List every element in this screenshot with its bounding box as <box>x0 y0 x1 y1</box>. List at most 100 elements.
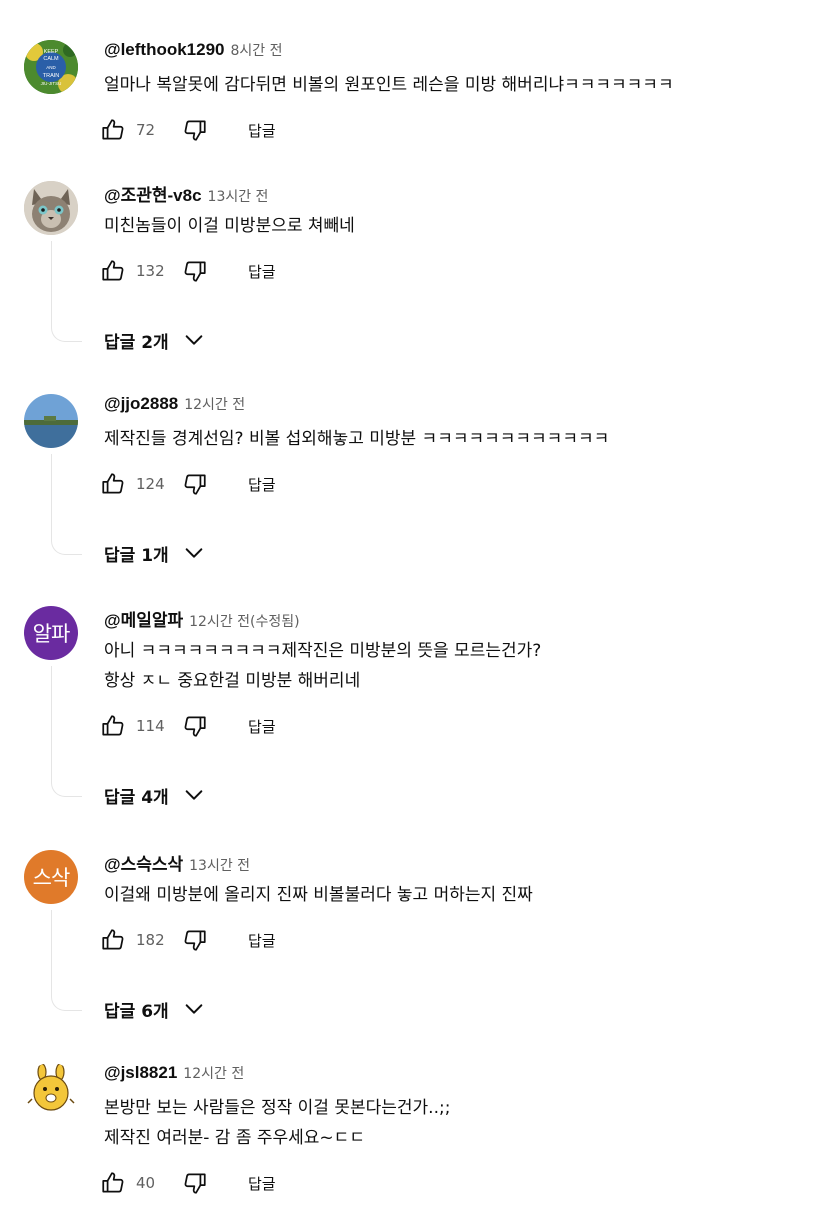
dislike-button[interactable] <box>182 713 208 739</box>
avatar[interactable]: KEEP CALM AND TRAIN JIU-JITSU <box>24 40 78 94</box>
thumbs-up-icon <box>102 715 124 736</box>
comment-actions: 40 답글 <box>100 1169 276 1197</box>
author-name[interactable]: @lefthook1290 <box>104 40 225 60</box>
avatar-initials: 스삭 <box>32 866 71 890</box>
replies-count-label: 답글 4개 <box>104 787 169 808</box>
like-button[interactable] <box>100 1170 126 1196</box>
reply-button[interactable]: 답글 <box>248 261 276 282</box>
comment-text: 제작진들 경계선임? 비볼 섭외해놓고 미방분 ㅋㅋㅋㅋㅋㅋㅋㅋㅋㅋㅋㅋ <box>104 424 609 454</box>
dislike-button[interactable] <box>182 117 208 143</box>
reply-button[interactable]: 답글 <box>248 474 276 495</box>
thumbs-down-icon <box>184 1173 206 1194</box>
timestamp[interactable]: 13시간 전 <box>208 186 269 206</box>
like-button[interactable] <box>100 713 126 739</box>
svg-text:KEEP: KEEP <box>44 49 59 55</box>
thumbs-up-icon <box>102 260 124 281</box>
avatar[interactable]: 스삭 <box>24 850 78 904</box>
comment-actions: 72 답글 <box>100 116 276 144</box>
like-count: 114 <box>136 717 165 735</box>
replies-count-label: 답글 2개 <box>104 332 169 353</box>
comment-header: @메일알파 12시간 전(수정됨) <box>104 606 300 631</box>
avatar[interactable] <box>24 181 78 235</box>
comment-line: 본방만 보는 사람들은 정작 이걸 못본다는건가..;; <box>104 1098 451 1118</box>
like-count: 182 <box>136 931 165 949</box>
reply-button[interactable]: 답글 <box>248 930 276 951</box>
like-button[interactable] <box>100 927 126 953</box>
svg-text:TRAIN: TRAIN <box>43 73 60 79</box>
thumbs-up-icon <box>102 119 124 140</box>
show-replies-button[interactable]: 답글 4개 <box>104 782 205 808</box>
dislike-button[interactable] <box>182 258 208 284</box>
show-replies-button[interactable]: 답글 1개 <box>104 540 205 566</box>
reply-button[interactable]: 답글 <box>248 120 276 141</box>
comment-line: 이걸왜 미방분에 올리지 진짜 비볼불러다 놓고 머하는지 진짜 <box>104 885 533 905</box>
comment-actions: 182 답글 <box>100 926 276 954</box>
like-count: 72 <box>136 121 156 139</box>
comment-header: @jsl8821 12시간 전 <box>104 1063 244 1085</box>
comment-header: @조관현-v8c 13시간 전 <box>104 181 269 206</box>
reply-button[interactable]: 답글 <box>248 1173 276 1194</box>
like-button[interactable] <box>100 471 126 497</box>
like-button[interactable] <box>100 258 126 284</box>
chevron-down-icon <box>185 335 203 345</box>
thumbs-down-icon <box>184 474 206 495</box>
like-count: 132 <box>136 262 165 280</box>
comment-text: 아니 ㅋㅋㅋㅋㅋㅋㅋㅋㅋ제작진은 미방분의 뜻을 모르는건가? 항상 ㅈㄴ 중요… <box>104 636 541 696</box>
chevron-down-icon <box>185 548 203 558</box>
svg-text:JIU-JITSU: JIU-JITSU <box>41 81 62 86</box>
thumbs-down-icon <box>184 930 206 951</box>
show-replies-button[interactable]: 답글 2개 <box>104 327 205 353</box>
thread-line <box>51 910 82 1011</box>
thumbs-down-icon <box>184 261 206 282</box>
avatar-initials: 알파 <box>32 622 71 646</box>
chevron-down-icon <box>185 790 203 800</box>
comment-line: 아니 ㅋㅋㅋㅋㅋㅋㅋㅋㅋ제작진은 미방분의 뜻을 모르는건가? <box>104 641 542 661</box>
comment-actions: 124 답글 <box>100 470 276 498</box>
comment-text: 얼마나 복알못에 감다뒤면 비볼의 원포인트 레슨을 미방 해버리냐ㅋㅋㅋㅋㅋㅋ… <box>104 70 674 100</box>
timestamp[interactable]: 12시간 전(수정됨) <box>189 611 299 631</box>
dislike-button[interactable] <box>182 1170 208 1196</box>
avatar[interactable] <box>24 1063 78 1117</box>
author-name[interactable]: @조관현-v8c <box>104 181 202 206</box>
replies-count-label: 답글 1개 <box>104 545 169 566</box>
comment-header: @jjo2888 12시간 전 <box>104 394 245 416</box>
comment-text: 미친놈들이 이걸 미방분으로 쳐빼네 <box>104 211 355 241</box>
thumbs-up-icon <box>102 929 124 950</box>
thumbs-up-icon <box>102 473 124 494</box>
timestamp[interactable]: 8시간 전 <box>231 40 283 60</box>
timestamp[interactable]: 12시간 전 <box>184 394 245 414</box>
replies-count-label: 답글 6개 <box>104 1001 169 1022</box>
like-count: 124 <box>136 475 165 493</box>
comment-line: 제작진 여러분- 감 좀 주우세요~ㄷㄷ <box>104 1128 365 1148</box>
timestamp[interactable]: 12시간 전 <box>183 1063 244 1083</box>
timestamp[interactable]: 13시간 전 <box>189 855 250 875</box>
author-name[interactable]: @jsl8821 <box>104 1063 177 1083</box>
show-replies-button[interactable]: 답글 6개 <box>104 996 205 1022</box>
comment-line: 항상 ㅈㄴ 중요한걸 미방분 해버리네 <box>104 671 361 691</box>
dislike-button[interactable] <box>182 471 208 497</box>
author-name[interactable]: @메일알파 <box>104 606 183 631</box>
svg-text:CALM: CALM <box>43 56 59 62</box>
chevron-down-icon <box>185 1004 203 1014</box>
comment-actions: 132 답글 <box>100 257 276 285</box>
thumbs-up-icon <box>102 1172 124 1193</box>
comment-line: 미친놈들이 이걸 미방분으로 쳐빼네 <box>104 216 355 236</box>
comment-header: @스슥스삭 13시간 전 <box>104 850 250 875</box>
like-button[interactable] <box>100 117 126 143</box>
comment-header: @lefthook1290 8시간 전 <box>104 40 283 62</box>
thumbs-down-icon <box>184 120 206 141</box>
reply-button[interactable]: 답글 <box>248 716 276 737</box>
avatar[interactable] <box>24 394 78 448</box>
author-name[interactable]: @스슥스삭 <box>104 850 183 875</box>
comment-actions: 114 답글 <box>100 712 276 740</box>
comment-text: 이걸왜 미방분에 올리지 진짜 비볼불러다 놓고 머하는지 진짜 <box>104 880 533 910</box>
thread-line <box>51 241 82 342</box>
author-name[interactable]: @jjo2888 <box>104 394 178 414</box>
comment-text: 본방만 보는 사람들은 정작 이걸 못본다는건가..;; 제작진 여러분- 감 … <box>104 1093 450 1153</box>
thumbs-down-icon <box>184 716 206 737</box>
thread-line <box>51 666 82 797</box>
comment-line: 얼마나 복알못에 감다뒤면 비볼의 원포인트 레슨을 미방 해버리냐ㅋㅋㅋㅋㅋㅋ… <box>104 75 674 95</box>
dislike-button[interactable] <box>182 927 208 953</box>
like-count: 40 <box>136 1174 156 1192</box>
avatar[interactable]: 알파 <box>24 606 78 660</box>
